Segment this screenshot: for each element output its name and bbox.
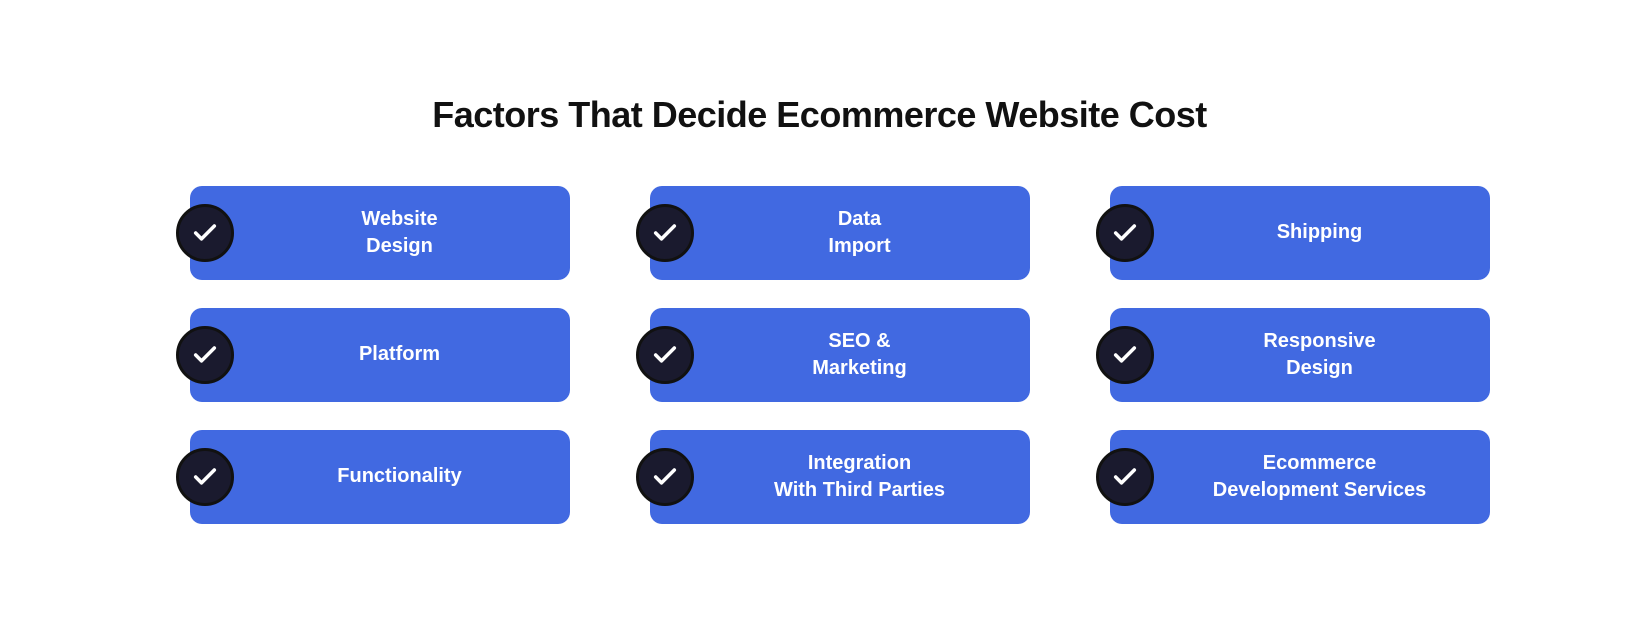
card-data-import: DataImport — [650, 186, 1030, 280]
check-icon — [176, 204, 234, 262]
card-ecommerce-development: EcommerceDevelopment Services — [1110, 430, 1490, 524]
card-website-design: WebsiteDesign — [190, 186, 570, 280]
card-shipping: Shipping — [1110, 186, 1490, 280]
card-label-data-import: DataImport — [714, 206, 1006, 260]
card-seo-marketing: SEO &Marketing — [650, 308, 1030, 402]
check-icon — [636, 326, 694, 384]
card-functionality: Functionality — [190, 430, 570, 524]
page-title: Factors That Decide Ecommerce Website Co… — [80, 94, 1559, 136]
card-label-responsive-design: ResponsiveDesign — [1174, 328, 1466, 382]
check-icon — [1096, 204, 1154, 262]
card-label-functionality: Functionality — [254, 463, 546, 490]
card-label-ecommerce-development: EcommerceDevelopment Services — [1174, 450, 1466, 504]
card-label-seo-marketing: SEO &Marketing — [714, 328, 1006, 382]
check-icon — [1096, 326, 1154, 384]
card-integration-third-parties: IntegrationWith Third Parties — [650, 430, 1030, 524]
card-label-platform: Platform — [254, 341, 546, 368]
card-responsive-design: ResponsiveDesign — [1110, 308, 1490, 402]
page-container: Factors That Decide Ecommerce Website Co… — [0, 54, 1639, 584]
check-icon — [1096, 448, 1154, 506]
card-platform: Platform — [190, 308, 570, 402]
factors-grid: WebsiteDesign DataImport Shipping Platfo… — [190, 186, 1490, 524]
check-icon — [176, 448, 234, 506]
card-label-integration-third-parties: IntegrationWith Third Parties — [714, 450, 1006, 504]
check-icon — [636, 204, 694, 262]
check-icon — [636, 448, 694, 506]
check-icon — [176, 326, 234, 384]
card-label-website-design: WebsiteDesign — [254, 206, 546, 260]
card-label-shipping: Shipping — [1174, 219, 1466, 246]
